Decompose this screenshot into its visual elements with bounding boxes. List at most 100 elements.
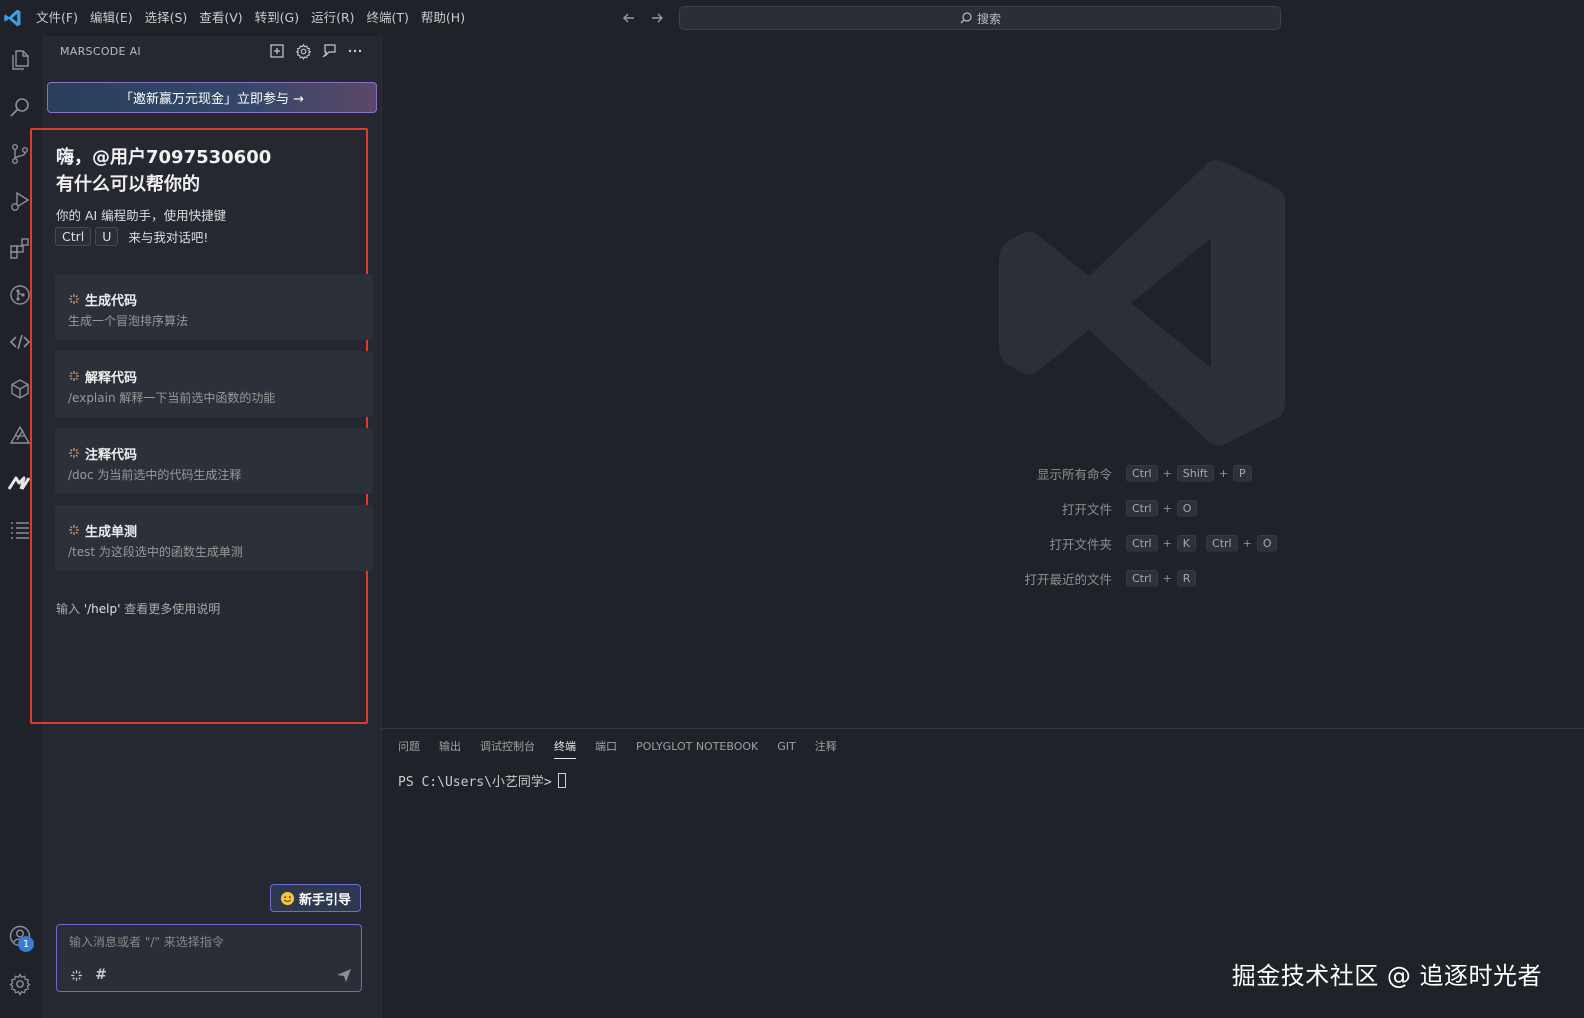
tab-terminal[interactable]: 终端 [554,739,576,759]
menu-file[interactable]: 文件(F) [30,0,84,36]
menu-help[interactable]: 帮助(H) [415,0,471,36]
chat-input-box: # [56,924,362,992]
sparkle-icon [69,371,79,381]
shortcut-label: 打开文件 [1061,502,1112,517]
shortcut-key: Ctrl [1206,535,1238,552]
shortcut-key: Shift [1176,465,1214,482]
smile-emoji-icon [280,891,295,905]
bottom-panel: 问题 输出 调试控制台 终端 端口 POLYGLOT NOTEBOOK GIT … [381,728,1584,1018]
feedback-icon[interactable] [320,42,338,60]
new-chat-icon[interactable] [268,42,286,60]
menu-terminal[interactable]: 终端(T) [361,0,415,36]
card-title: 生成代码 [85,294,138,309]
sidebar-actions [268,42,364,60]
menu-bar: 文件(F) 编辑(E) 选择(S) 查看(V) 转到(G) 运行(R) 终端(T… [30,0,471,36]
terminal-output[interactable]: PS C:\Users\小艺同学> [398,771,566,790]
shortcut-open-folder: 打开文件夹 Ctrl + K Ctrl + O [972,534,1278,553]
menu-go[interactable]: 转到(G) [249,0,305,36]
tab-problems[interactable]: 问题 [398,739,420,759]
shortcut-plus: + [1162,537,1172,550]
beginner-guide-button[interactable]: 新手引导 [270,884,361,912]
shortcut-label: 打开文件夹 [1049,537,1112,552]
shortcut-key: Ctrl [1126,500,1158,517]
shortcut-key: K [1176,535,1197,552]
sparkle-icon [69,294,79,304]
help-suffix: 查看更多使用说明 [124,602,221,616]
shortcut-open-recent: 打开最近的文件 Ctrl + R [972,569,1197,588]
panel-tabs: 问题 输出 调试控制台 终端 端口 POLYGLOT NOTEBOOK GIT … [398,739,837,759]
menu-run[interactable]: 运行(R) [305,0,360,36]
card-title: 生成单测 [85,525,138,540]
menu-view[interactable]: 查看(V) [193,0,248,36]
card-generate-tests[interactable]: 生成单测 /test 为这段选中的函数生成单测 [55,505,373,571]
assistant-description: 你的 AI 编程助手，使用快捷键 [56,208,227,223]
search-icon [960,12,972,24]
card-explain-code[interactable]: 解释代码 /explain 解释一下当前选中函数的功能 [55,351,373,417]
sparkle-icon [69,448,79,458]
context-hash-button[interactable]: # [93,967,109,983]
vscode-logo-icon [4,9,21,27]
send-icon[interactable] [336,967,352,983]
sidebar-title: MARSCODE AI [60,45,141,58]
card-subtitle: 生成一个冒泡排序算法 [68,314,189,328]
shortcut-plus: + [1162,467,1172,480]
card-subtitle: /explain 解释一下当前选中函数的功能 [68,391,276,405]
shortcut-label: 显示所有命令 [1036,467,1112,482]
menu-selection[interactable]: 选择(S) [139,0,194,36]
explorer-icon[interactable] [6,46,34,74]
beginner-guide-label: 新手引导 [298,892,351,908]
shortcut-plus: + [1218,467,1229,480]
navigation-arrows [620,9,666,27]
shortcut-hint: Ctrl U 来与我对话吧! [55,227,208,246]
shortcut-open-file: 打开文件 Ctrl + O [972,499,1198,518]
shortcut-plus: + [1242,537,1252,550]
juejin-watermark: 掘金技术社区 @ 追逐时光者 [1231,962,1542,990]
help-prefix: 输入 [56,602,81,616]
back-arrow-icon[interactable] [620,9,638,27]
kbd-u: U [95,227,119,246]
shortcut-key: R [1176,570,1197,587]
card-subtitle: /doc 为当前选中的代码生成注释 [68,468,242,482]
search-sidebar-icon[interactable] [6,93,34,121]
terminal-cursor [557,773,566,788]
accounts-badge: 1 [18,936,34,952]
more-options-icon[interactable] [346,42,364,60]
shortcut-plus: + [1162,502,1172,515]
settings-icon[interactable] [294,42,312,60]
greeting-line-2: 有什么可以帮你的 [56,174,200,195]
shortcut-hint-suffix: 来与我对话吧! [128,230,209,245]
greeting-title: 嗨，@用户7097530600 有什么可以帮你的 [56,144,271,198]
tab-comments[interactable]: 注释 [815,739,837,759]
promo-banner[interactable]: 「邀新赢万元现金」立即参与 → [47,82,377,113]
marscode-sidebar: MARSCODE AI 「邀新赢万元现金」立即参与 → 嗨，@用户7097530… [30,36,381,1018]
tab-output[interactable]: 输出 [439,739,461,759]
card-comment-code[interactable]: 注释代码 /doc 为当前选中的代码生成注释 [55,428,373,494]
kbd-ctrl: Ctrl [55,227,92,246]
chat-welcome-panel: 嗨，@用户7097530600 有什么可以帮你的 你的 AI 编程助手，使用快捷… [30,128,373,724]
shortcut-key: Ctrl [1126,465,1158,482]
shortcut-show-all-commands: 显示所有命令 Ctrl + Shift + P [972,464,1252,483]
command-center-search[interactable]: 搜索 [679,6,1281,30]
search-label: 搜索 [976,11,1001,26]
shortcut-key: O [1256,535,1278,552]
card-title: 解释代码 [85,371,138,386]
forward-arrow-icon[interactable] [648,9,666,27]
chat-message-input[interactable] [69,935,339,949]
sparkle-icon [69,525,79,535]
help-hint: 输入 '/help' 查看更多使用说明 [56,600,220,617]
commands-sparkle-icon[interactable] [68,967,84,983]
tab-git[interactable]: GIT [777,739,796,759]
tab-polyglot-notebook[interactable]: POLYGLOT NOTEBOOK [636,739,758,759]
menu-edit[interactable]: 编辑(E) [84,0,139,36]
settings-gear-icon[interactable] [6,970,34,998]
shortcut-label: 打开最近的文件 [1024,572,1112,587]
card-generate-code[interactable]: 生成代码 生成一个冒泡排序算法 [55,274,373,340]
tab-ports[interactable]: 端口 [595,739,617,759]
help-command: '/help' [83,602,121,616]
card-title: 注释代码 [85,448,138,463]
editor-welcome-area: 显示所有命令 Ctrl + Shift + P 打开文件 Ctrl + O 打开… [381,36,1584,728]
greeting-line-1: 嗨，@用户7097530600 [56,147,272,168]
shortcut-key: Ctrl [1126,535,1158,552]
title-bar: 文件(F) 编辑(E) 选择(S) 查看(V) 转到(G) 运行(R) 终端(T… [0,0,1584,36]
tab-debug-console[interactable]: 调试控制台 [480,739,535,759]
